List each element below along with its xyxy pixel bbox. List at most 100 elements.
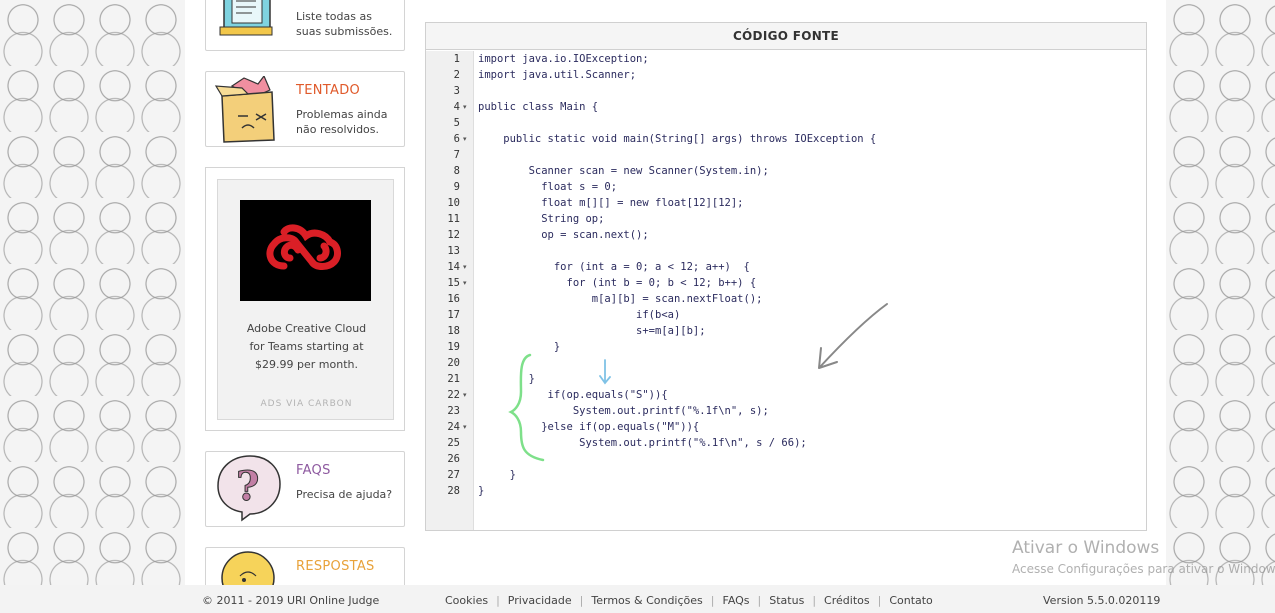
code-text: if(b<a): [478, 309, 681, 321]
card-submissions[interactable]: Liste todas as suas submissões.: [205, 0, 405, 51]
code-line[interactable]: 8 Scanner scan = new Scanner(System.in);: [426, 163, 1146, 179]
code-line[interactable]: 14 ▾ for (int a = 0; a < 12; a++) {: [426, 259, 1146, 275]
source-code-title: CÓDIGO FONTE: [426, 23, 1146, 50]
line-number: 4: [453, 101, 460, 113]
card-answers-title[interactable]: RESPOSTAS: [296, 559, 375, 574]
fold-toggle-icon[interactable]: ▾: [463, 419, 467, 435]
ad-text[interactable]: Adobe Creative Cloud for Teams starting …: [224, 320, 389, 374]
code-lines[interactable]: 1 import java.io.IOException; 2 import java…: [426, 51, 1146, 499]
footer-link[interactable]: Termos & Condições: [591, 594, 702, 607]
line-number: 8: [453, 165, 460, 177]
line-number: 3: [453, 85, 460, 97]
code-line[interactable]: 25 System.out.printf("%.1f\n", s / 66);: [426, 435, 1146, 451]
line-number: 2: [453, 69, 460, 81]
fold-toggle-icon[interactable]: ▾: [463, 387, 467, 403]
line-number: 27: [447, 469, 460, 481]
code-line[interactable]: 11 String op;: [426, 211, 1146, 227]
code-line[interactable]: 9 float s = 0;: [426, 179, 1146, 195]
footer-link[interactable]: Cookies: [445, 594, 488, 607]
code-line[interactable]: 22 ▾ if(op.equals("S")){: [426, 387, 1146, 403]
code-line[interactable]: 19 }: [426, 339, 1146, 355]
footer-link[interactable]: Créditos: [824, 594, 870, 607]
code-line[interactable]: 23 System.out.printf("%.1f\n", s);: [426, 403, 1146, 419]
line-number: 28: [447, 485, 460, 497]
footer-separator: |: [710, 594, 715, 607]
carbon-ad-inner: Adobe Creative Cloud for Teams starting …: [217, 179, 394, 420]
line-number: 7: [453, 149, 460, 161]
card-faqs[interactable]: ? FAQS Precisa de ajuda?: [205, 451, 405, 527]
code-line[interactable]: 18 s+=m[a][b];: [426, 323, 1146, 339]
line-number: 10: [447, 197, 460, 209]
tried-box-icon: [212, 74, 286, 144]
code-line[interactable]: 12 op = scan.next();: [426, 227, 1146, 243]
code-text: float m[][] = new float[12][12];: [478, 197, 744, 209]
background-doodle-right: [1166, 0, 1275, 585]
code-text: }else if(op.equals("M")){: [478, 421, 700, 433]
code-line[interactable]: 5: [426, 115, 1146, 131]
line-number: 16: [447, 293, 460, 305]
footer-separator: |: [496, 594, 500, 607]
ad-text-line-1: Adobe Creative Cloud: [246, 322, 367, 335]
code-line[interactable]: 6 ▾ public static void main(String[] args…: [426, 131, 1146, 147]
card-submissions-desc: Liste todas as suas submissões.: [296, 10, 393, 38]
lightbulb-icon: [212, 550, 286, 605]
card-tried[interactable]: TENTADO Problemas ainda não resolvidos.: [205, 71, 405, 147]
fold-toggle-icon[interactable]: ▾: [463, 99, 467, 115]
adobe-creative-cloud-image[interactable]: [240, 200, 371, 301]
footer-link[interactable]: Status: [769, 594, 804, 607]
card-faqs-title[interactable]: FAQS: [296, 463, 331, 478]
footer-link[interactable]: FAQs: [723, 594, 750, 607]
code-line[interactable]: 1 import java.io.IOException;: [426, 51, 1146, 67]
code-text: }: [478, 469, 516, 481]
card-tried-title[interactable]: TENTADO: [296, 83, 360, 98]
line-number: 26: [447, 453, 460, 465]
code-line[interactable]: 17 if(b<a): [426, 307, 1146, 323]
code-line[interactable]: 13: [426, 243, 1146, 259]
line-number: 11: [447, 213, 460, 225]
footer-copyright: © 2011 - 2019 URI Online Judge: [202, 594, 380, 607]
code-line[interactable]: 28}: [426, 483, 1146, 499]
source-code-panel: CÓDIGO FONTE 1 import java.io.IOException…: [425, 22, 1147, 531]
footer-link[interactable]: Contato: [889, 594, 932, 607]
ad-text-line-3: $29.99 per month.: [255, 358, 358, 371]
line-number: 25: [447, 437, 460, 449]
code-line[interactable]: 15 ▾ for (int b = 0; b < 12; b++) {: [426, 275, 1146, 291]
line-number: 24: [447, 421, 460, 433]
svg-text:?: ?: [236, 463, 259, 510]
submissions-icon: [212, 0, 286, 49]
fold-toggle-icon[interactable]: ▾: [463, 275, 467, 291]
line-number: 23: [447, 405, 460, 417]
code-text: Scanner scan = new Scanner(System.in);: [478, 165, 769, 177]
ads-via-carbon-link[interactable]: ADS VIA CARBON: [224, 399, 389, 409]
code-line[interactable]: 24 ▾ }else if(op.equals("M")){: [426, 419, 1146, 435]
code-line[interactable]: 4 ▾ public class Main {: [426, 99, 1146, 115]
footer-links: Cookies | Privacidade | Termos & Condições | F…: [445, 594, 933, 607]
code-line[interactable]: 7: [426, 147, 1146, 163]
code-text: }: [478, 341, 561, 353]
code-line[interactable]: 27 }: [426, 467, 1146, 483]
card-faqs-desc: Precisa de ajuda?: [296, 488, 393, 501]
code-line[interactable]: 2 import java.util.Scanner;: [426, 67, 1146, 83]
line-number: 5: [453, 117, 460, 129]
line-number: 14: [447, 261, 460, 273]
windows-watermark-line2: Acesse Configurações para ativar o Windo…: [1012, 562, 1275, 576]
code-text: float s = 0;: [478, 181, 618, 193]
code-line[interactable]: 16 m[a][b] = scan.nextFloat();: [426, 291, 1146, 307]
code-line[interactable]: 20: [426, 355, 1146, 371]
code-text: }: [478, 373, 535, 385]
code-line[interactable]: 10 float m[][] = new float[12][12];: [426, 195, 1146, 211]
code-line[interactable]: 26: [426, 451, 1146, 467]
footer-separator: |: [877, 594, 882, 607]
code-line[interactable]: 21 }: [426, 371, 1146, 387]
card-answers[interactable]: RESPOSTAS: [205, 547, 405, 605]
fold-toggle-icon[interactable]: ▾: [463, 131, 467, 147]
code-text: String op;: [478, 213, 605, 225]
line-number: 13: [447, 245, 460, 257]
footer-link[interactable]: Privacidade: [508, 594, 572, 607]
windows-watermark-line1: Ativar o Windows: [1012, 538, 1160, 558]
footer-separator: |: [757, 594, 762, 607]
code-line[interactable]: 3: [426, 83, 1146, 99]
fold-toggle-icon[interactable]: ▾: [463, 259, 467, 275]
card-tried-desc: Problemas ainda não resolvidos.: [296, 108, 388, 136]
line-number: 6: [453, 133, 460, 145]
